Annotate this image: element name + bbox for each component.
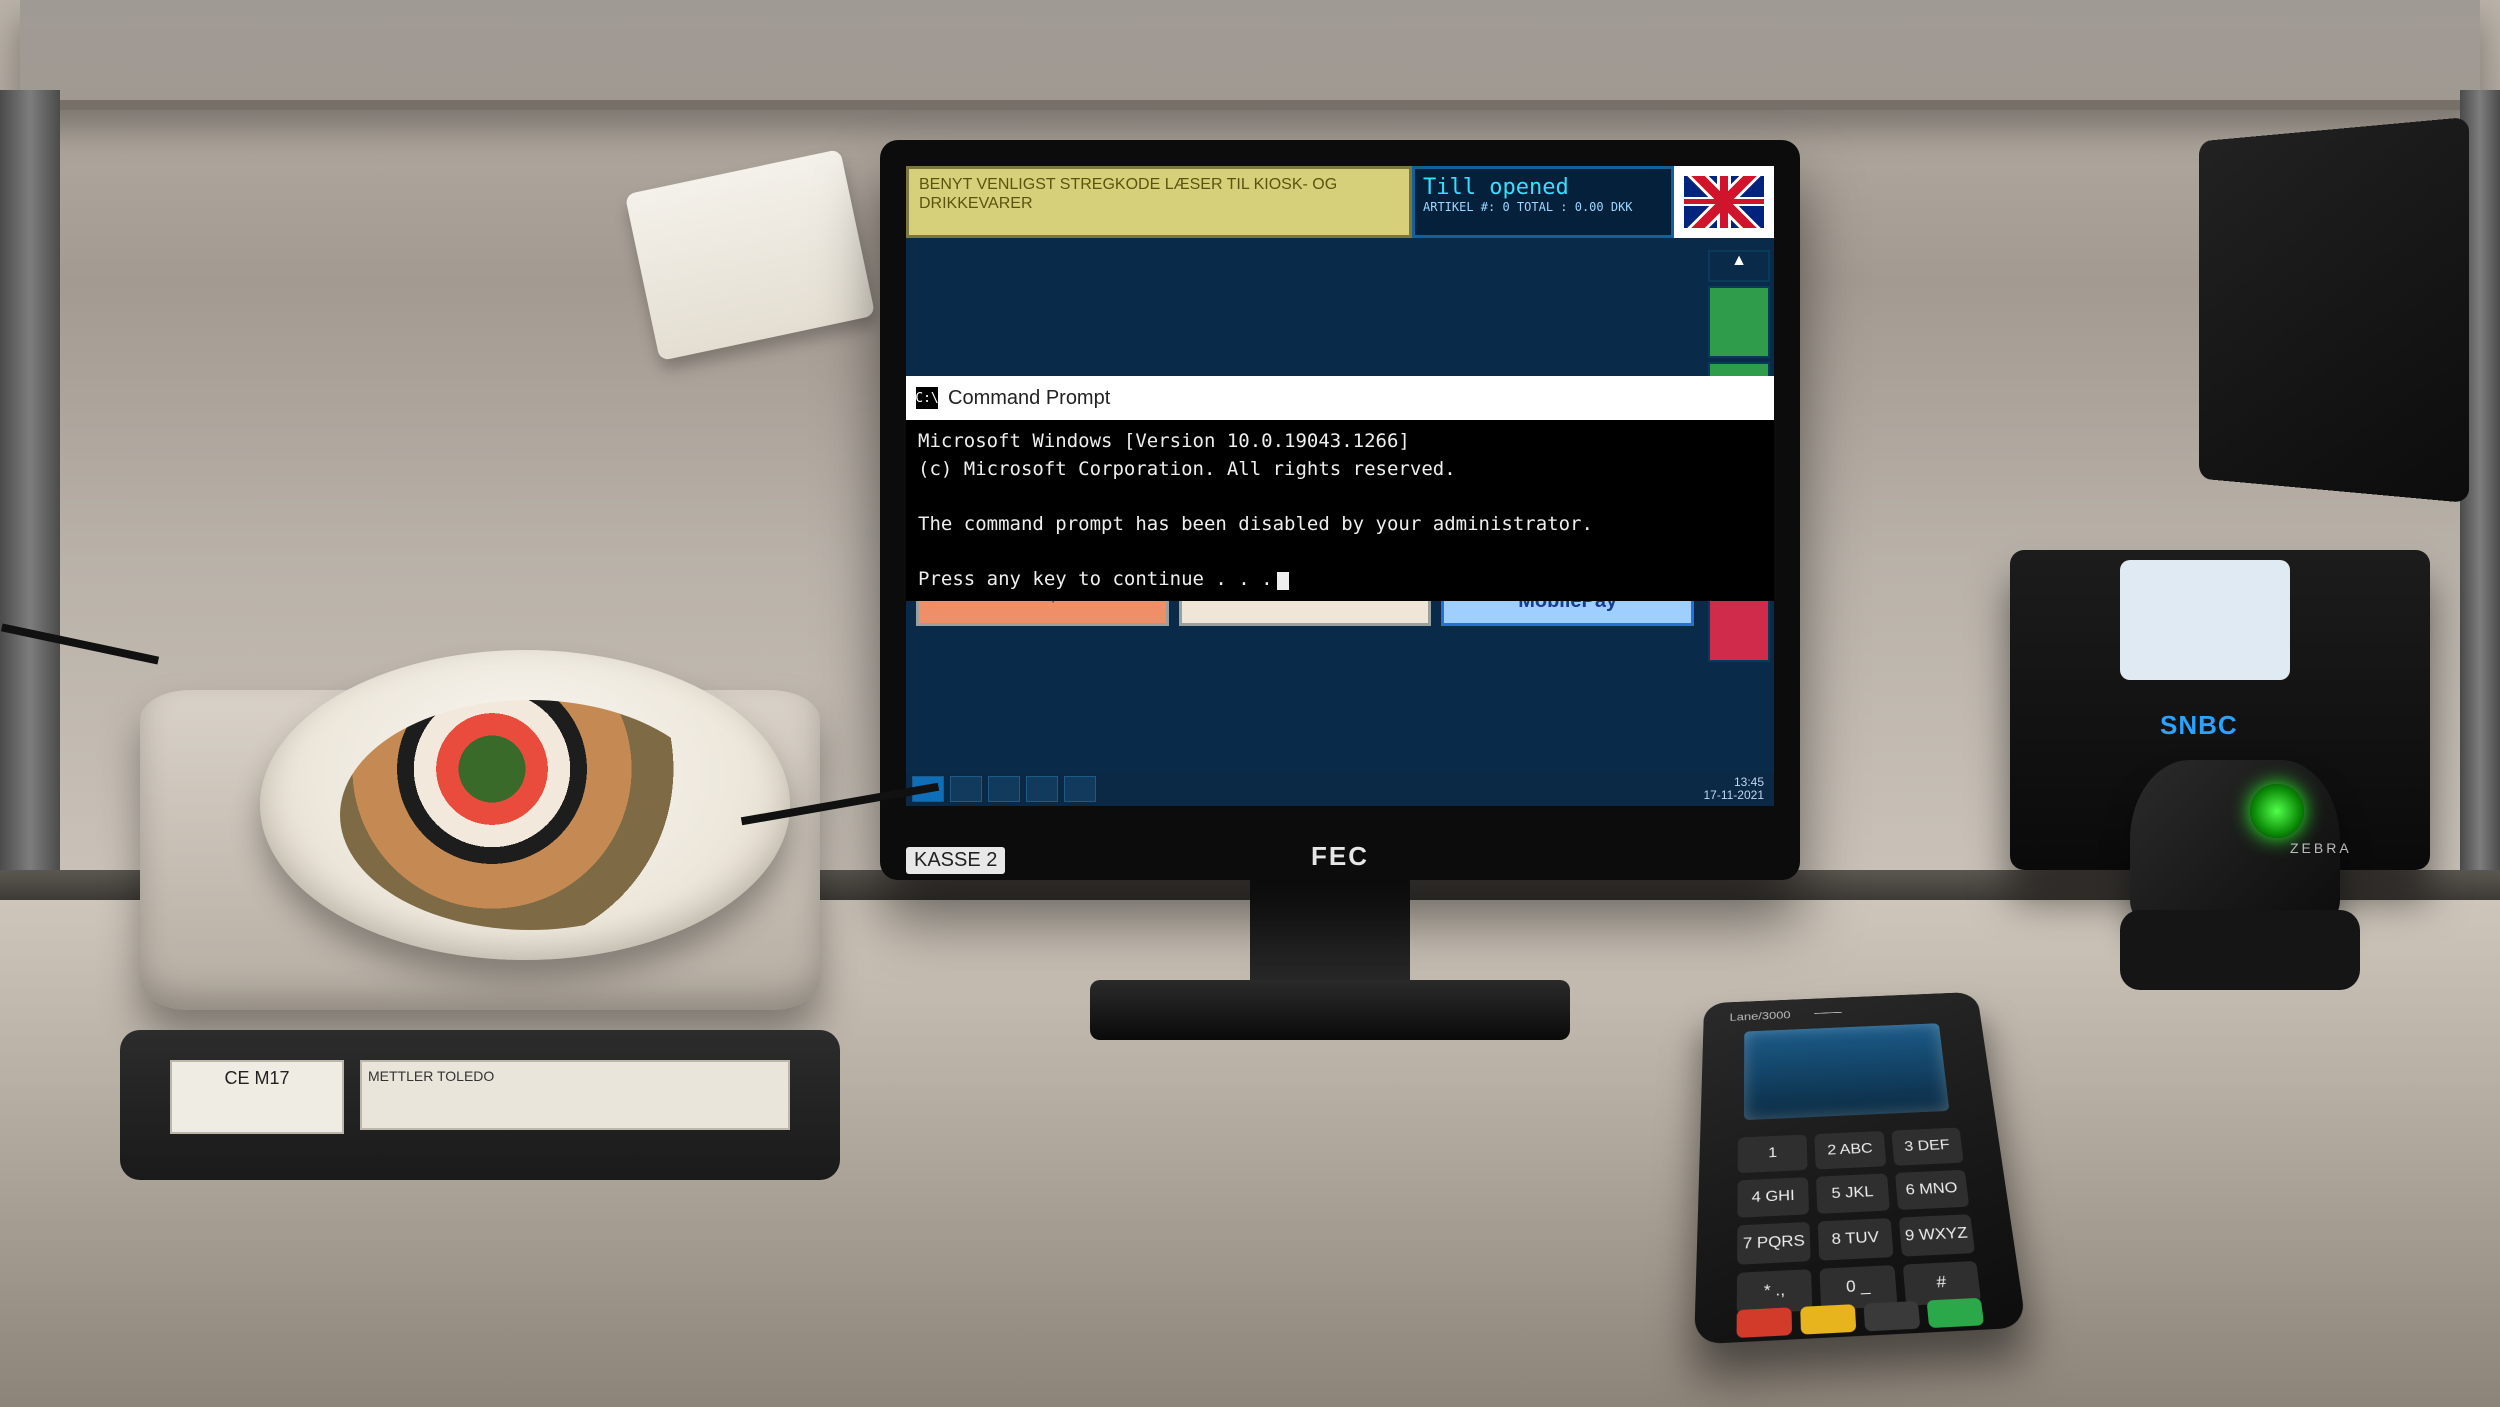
monitor-stand-base — [1090, 980, 1570, 1040]
receipt-paper — [625, 149, 876, 361]
uk-flag-icon — [1684, 176, 1764, 228]
taskbar-clock[interactable]: 13:45 17-11-2021 — [1704, 776, 1769, 802]
food — [340, 700, 720, 930]
key-7[interactable]: 7 PQRS — [1737, 1222, 1811, 1265]
command-prompt-body[interactable]: Microsoft Windows [Version 10.0.19043.12… — [906, 420, 1774, 601]
cmd-line: (c) Microsoft Corporation. All rights re… — [918, 458, 1456, 480]
taskbar-app[interactable] — [1064, 776, 1096, 802]
pos-header: BENYT VENLIGST STREGKODE LÆSER TIL KIOSK… — [906, 166, 1774, 238]
enter-key[interactable] — [1927, 1298, 1985, 1328]
cmd-line: The command prompt has been disabled by … — [918, 513, 1593, 535]
mobilepay-sticker — [2120, 560, 2290, 680]
key-9[interactable]: 9 WXYZ — [1898, 1214, 1975, 1256]
barcode-instruction: BENYT VENLIGST STREGKODE LÆSER TIL KIOSK… — [906, 166, 1412, 238]
pos-screen[interactable]: BENYT VENLIGST STREGKODE LÆSER TIL KIOSK… — [906, 166, 1774, 806]
taskbar-date: 17-11-2021 — [1704, 789, 1765, 802]
weighing-scale: CE M17 METTLER TOLEDO — [110, 760, 850, 1190]
cmd-icon: C:\ — [916, 387, 938, 409]
kasse-label: KASSE 2 — [906, 847, 1005, 874]
till-status-title: Till opened — [1423, 175, 1569, 200]
clear-key[interactable] — [1800, 1304, 1856, 1335]
key-1[interactable]: 1 — [1738, 1134, 1808, 1173]
glass-shelf — [20, 0, 2480, 110]
contactless-icon: ⎯⎯⎯ — [1814, 1003, 1842, 1021]
command-prompt-titlebar[interactable]: C:\ Command Prompt — [906, 376, 1774, 420]
palette-swatch[interactable] — [1708, 286, 1770, 358]
pinpad-keypad[interactable]: 1 2 ABC 3 DEF 4 GHI 5 JKL 6 MNO 7 PQRS 8… — [1737, 1127, 1982, 1314]
info-key[interactable] — [1863, 1301, 1920, 1331]
cafeteria-pos-scene: CE M17 METTLER TOLEDO BENYT VENLIGST STR… — [0, 0, 2500, 1407]
pinpad-brand: Lane/3000 — [1729, 1009, 1790, 1024]
pinpad-screen — [1744, 1023, 1949, 1120]
cursor-icon — [1277, 572, 1289, 590]
card-terminal[interactable]: Lane/3000 ⎯⎯⎯ 1 2 ABC 3 DEF 4 GHI 5 JKL … — [1694, 992, 2026, 1345]
scroll-up[interactable]: ▲ — [1708, 250, 1770, 282]
barcode-scanner: ZEBRA — [2090, 700, 2400, 1000]
command-prompt-window[interactable]: C:\ Command Prompt Microsoft Windows [Ve… — [906, 376, 1774, 601]
taskbar-app[interactable] — [988, 776, 1020, 802]
scanner-led-icon — [2250, 784, 2304, 838]
pos-monitor: BENYT VENLIGST STREGKODE LÆSER TIL KIOSK… — [880, 140, 1800, 880]
windows-taskbar[interactable]: 13:45 17-11-2021 — [906, 772, 1774, 806]
key-4[interactable]: 4 GHI — [1737, 1177, 1809, 1218]
cmd-line: Press any key to continue . . . — [918, 568, 1273, 590]
cmd-line: Microsoft Windows [Version 10.0.19043.12… — [918, 430, 1410, 452]
key-6[interactable]: 6 MNO — [1895, 1170, 1970, 1210]
scanner-cradle — [2120, 910, 2360, 990]
language-flag-button[interactable] — [1674, 166, 1774, 238]
taskbar-search-icon[interactable] — [950, 776, 982, 802]
till-status: Till opened ARTIKEL #: 0 TOTAL : 0.00 DK… — [1412, 166, 1674, 238]
scale-ce-label: CE M17 — [170, 1060, 344, 1134]
aux-monitor — [2199, 117, 2469, 503]
command-prompt-title: Command Prompt — [948, 387, 1110, 410]
key-5[interactable]: 5 JKL — [1816, 1173, 1889, 1213]
key-8[interactable]: 8 TUV — [1818, 1218, 1893, 1261]
monitor-brand: FEC — [1311, 841, 1369, 872]
taskbar-app[interactable] — [1026, 776, 1058, 802]
scale-brand-label: METTLER TOLEDO — [360, 1060, 790, 1130]
scanner-brand: ZEBRA — [2290, 840, 2352, 856]
shelf-post-left — [0, 90, 60, 910]
till-status-line: ARTIKEL #: 0 TOTAL : 0.00 DKK — [1423, 200, 1663, 214]
key-2[interactable]: 2 ABC — [1815, 1131, 1886, 1169]
cancel-key[interactable] — [1737, 1307, 1793, 1338]
key-3[interactable]: 3 DEF — [1891, 1127, 1964, 1165]
